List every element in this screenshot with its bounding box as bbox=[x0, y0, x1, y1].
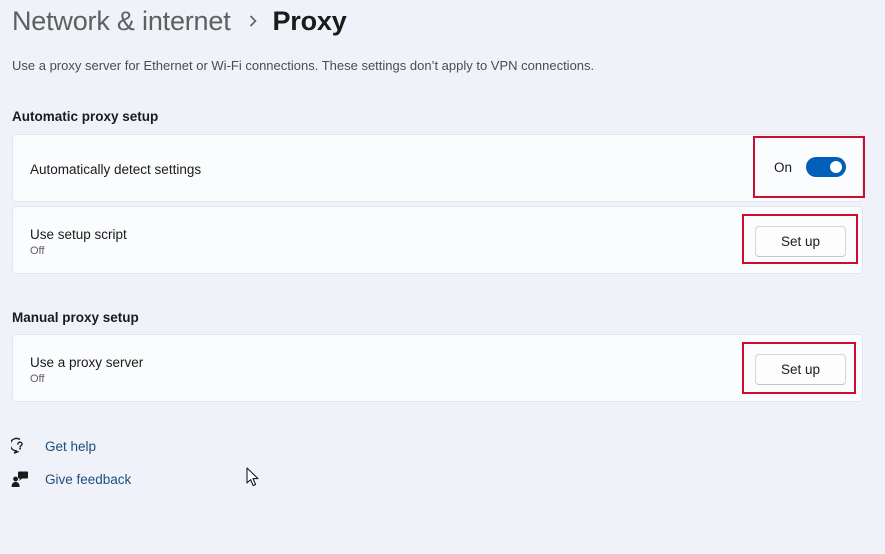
proxy-server-label: Use a proxy server bbox=[30, 355, 144, 370]
auto-detect-settings-card: Automatically detect settings On bbox=[12, 134, 863, 202]
get-help-link[interactable]: Get help bbox=[10, 436, 96, 456]
auto-detect-toggle[interactable] bbox=[806, 157, 846, 177]
breadcrumb-network-internet[interactable]: Network & internet bbox=[12, 6, 231, 37]
automatic-proxy-heading: Automatic proxy setup bbox=[12, 109, 159, 124]
chevron-right-icon bbox=[249, 15, 257, 27]
setup-script-button[interactable]: Set up bbox=[755, 226, 846, 257]
proxy-settings-page: Network & internet Proxy Use a proxy ser… bbox=[0, 0, 885, 554]
mouse-cursor-icon bbox=[246, 467, 259, 487]
give-feedback-link[interactable]: Give feedback bbox=[10, 469, 131, 489]
breadcrumb: Network & internet Proxy bbox=[12, 2, 347, 40]
setup-script-status: Off bbox=[30, 245, 45, 257]
get-help-label: Get help bbox=[45, 438, 97, 454]
manual-proxy-heading: Manual proxy setup bbox=[12, 310, 139, 325]
toggle-state-label: On bbox=[773, 159, 792, 175]
give-feedback-label: Give feedback bbox=[45, 471, 132, 487]
page-title: Proxy bbox=[272, 5, 347, 36]
help-chat-icon bbox=[10, 436, 30, 456]
proxy-server-status: Off bbox=[30, 373, 45, 385]
proxy-server-setup-button[interactable]: Set up bbox=[755, 354, 846, 385]
auto-detect-label: Automatically detect settings bbox=[30, 162, 202, 177]
setup-script-label: Use setup script bbox=[30, 227, 127, 242]
setup-script-card: Use setup script Off Set up bbox=[12, 206, 863, 274]
auto-detect-toggle-group: On bbox=[774, 157, 846, 177]
toggle-knob bbox=[830, 161, 842, 173]
proxy-server-card: Use a proxy server Off Set up bbox=[12, 334, 863, 402]
feedback-person-icon bbox=[10, 469, 30, 489]
page-description: Use a proxy server for Ethernet or Wi-Fi… bbox=[12, 58, 595, 73]
